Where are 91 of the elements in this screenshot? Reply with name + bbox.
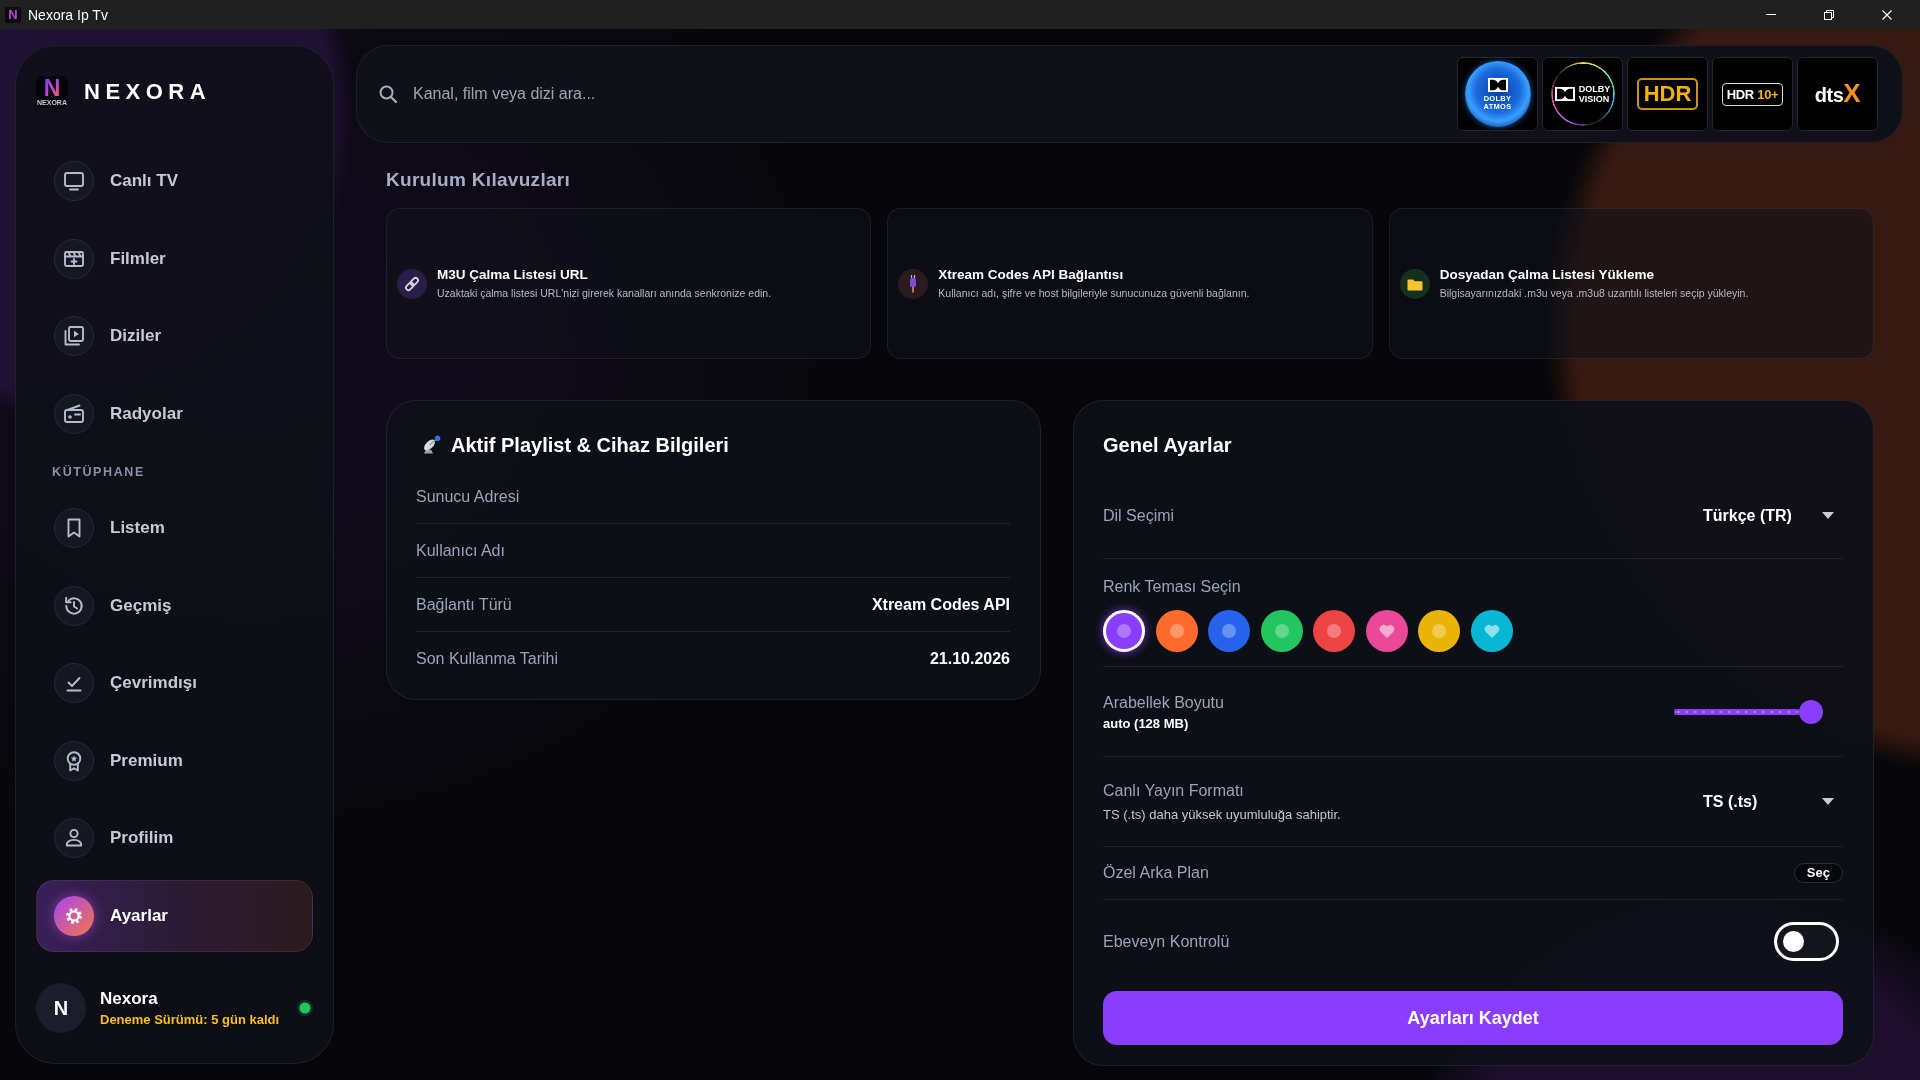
nav-item[interactable]: Premium [36, 724, 313, 797]
panel-title: Aktif Playlist & Cihaz Bilgileri [451, 433, 729, 457]
nav-item[interactable]: Geçmiş [36, 569, 313, 642]
format-label: HDR [1636, 78, 1699, 110]
heart-icon [1378, 624, 1395, 638]
trial-status: Deneme Sürümü: 5 gün kaldı [100, 1012, 280, 1027]
dot-icon [1327, 624, 1341, 638]
setting-label: Ebeveyn Kontrolü [1103, 931, 1230, 952]
guide-card[interactable]: Xtream Codes API Bağlantısı Kullanıcı adı, şifre ve host bilgileriyle sunucunuza güvenli bağlanın. [887, 208, 1373, 359]
nav-item[interactable]: Çevrimdışı [36, 647, 313, 720]
slider-value: auto (128 MB) [1103, 715, 1189, 732]
nav-item[interactable]: Listem [36, 491, 313, 564]
guide-card[interactable]: Dosyadan Çalma Listesi Yükleme Bilgisayarınızdaki .m3u veya .m3u8 uzantılı listeleri seçip yükleyin. [1388, 208, 1874, 359]
color-swatch[interactable] [1418, 610, 1460, 652]
info-label: Sunucu Adresi [416, 487, 520, 506]
info-label: Kullanıcı Adı [416, 541, 505, 560]
video-library-icon [54, 316, 94, 357]
section-heading: Kurulum Kılavuzları [386, 168, 571, 192]
info-label: Bağlantı Türü [416, 595, 512, 614]
guide-description: Bilgisayarınızdaki .m3u veya .m3u8 uzantılı listeleri seçip yükleyin. [1439, 287, 1749, 300]
guide-title: Xtream Codes API Bağlantısı [938, 267, 1124, 283]
nav-item[interactable]: Canlı TV [36, 145, 313, 217]
color-swatch[interactable] [1365, 610, 1408, 652]
section-label: KÜTÜPHANE [52, 464, 145, 481]
nav-item[interactable]: Filmler [36, 222, 313, 295]
nav-item[interactable]: Profilim [36, 802, 313, 875]
guide-card[interactable]: M3U Çalma Listesi URL Uzaktaki çalma listesi URL'nizi girerek kanalları anında senkronize edin. [386, 208, 872, 359]
app-logo: N [5, 6, 21, 23]
dot-icon [1274, 624, 1289, 638]
radio-icon [54, 393, 94, 434]
history-icon [54, 585, 94, 626]
setting-label: Dil Seçimi [1103, 505, 1175, 526]
logo-mark-icon [1487, 77, 1508, 92]
color-swatch[interactable] [1313, 610, 1355, 652]
info-value: Xtream Codes API [871, 595, 1010, 614]
tv-icon [54, 161, 94, 201]
heart-icon [1483, 624, 1500, 638]
setting-label: Renk Teması Seçin [1103, 577, 1241, 597]
settings-icon [54, 895, 94, 936]
setting-label: Arabellek Boyutu [1103, 692, 1224, 713]
dot-icon [1117, 624, 1131, 638]
nav-item[interactable]: Radyolar [36, 377, 313, 450]
caret-icon [1822, 798, 1834, 805]
guide-description: Uzaktaki çalma listesi URL'nizi girerek kanalları anında senkronize edin. [437, 287, 772, 300]
link-icon [397, 268, 427, 299]
setting-label: Canlı Yayın Formatı [1103, 781, 1244, 801]
person-icon [54, 818, 94, 859]
slider-thumb[interactable] [1799, 699, 1823, 724]
satellite-dish-icon [421, 435, 441, 455]
format-label: HDR 10+ [1721, 82, 1784, 106]
dropdown-select[interactable]: TS (.ts) [1703, 786, 1843, 817]
info-label: Son Kullanma Tarihi [416, 650, 558, 668]
checkmark-icon [54, 663, 94, 704]
panel-title: Genel Ayarlar [1103, 433, 1232, 458]
dot-icon [1169, 624, 1184, 638]
guide-title: Dosyadan Çalma Listesi Yükleme [1439, 267, 1654, 283]
color-swatch[interactable] [1103, 610, 1145, 652]
format-label: dtsX [1814, 80, 1861, 108]
logo-mark-icon [1554, 87, 1575, 101]
plug-icon [898, 268, 929, 299]
color-swatch[interactable] [1260, 610, 1303, 652]
window-title: Nexora Ip Tv [28, 6, 108, 23]
nav-item[interactable]: Ayarlar [36, 879, 313, 952]
caret-icon [1822, 512, 1834, 519]
restore-icon[interactable] [1824, 9, 1834, 20]
search-icon [379, 85, 397, 103]
guide-description: Kullanıcı adı, şifre ve host bilgileriyle sunucunuza güvenli bağlanın. [938, 287, 1250, 300]
dot-icon [1222, 624, 1236, 638]
setting-label: Özel Arka Plan [1103, 863, 1209, 883]
close-icon[interactable] [1882, 9, 1892, 20]
guide-title: M3U Çalma Listesi URL [437, 267, 588, 283]
info-value: 21.10.2026 [929, 650, 1010, 668]
color-swatch[interactable] [1208, 610, 1250, 652]
logo-letter: N [43, 77, 61, 99]
brand-name: NEXORA [84, 79, 212, 105]
clapperboard-icon [54, 238, 94, 279]
user-name: Nexora [100, 989, 158, 1009]
award-icon [54, 740, 94, 781]
setting-description: TS (.ts) daha yüksek uyumluluğa sahiptir. [1103, 807, 1341, 823]
user-avatar: N [36, 983, 86, 1033]
save-button[interactable]: Ayarları Kaydet [1103, 991, 1843, 1045]
nav-item[interactable]: Diziler [36, 300, 313, 373]
toggle-switch[interactable] [1774, 922, 1839, 961]
bookmark-icon [54, 507, 94, 548]
dot-icon [1432, 624, 1446, 638]
color-swatch[interactable] [1470, 610, 1513, 652]
color-swatch[interactable] [1155, 610, 1198, 652]
dropdown-select[interactable]: Türkçe (TR) [1703, 500, 1843, 531]
folder-icon [1399, 268, 1430, 299]
logo-text: DOLBY VISION [1578, 84, 1611, 104]
choose-button[interactable]: Seç [1793, 863, 1843, 883]
